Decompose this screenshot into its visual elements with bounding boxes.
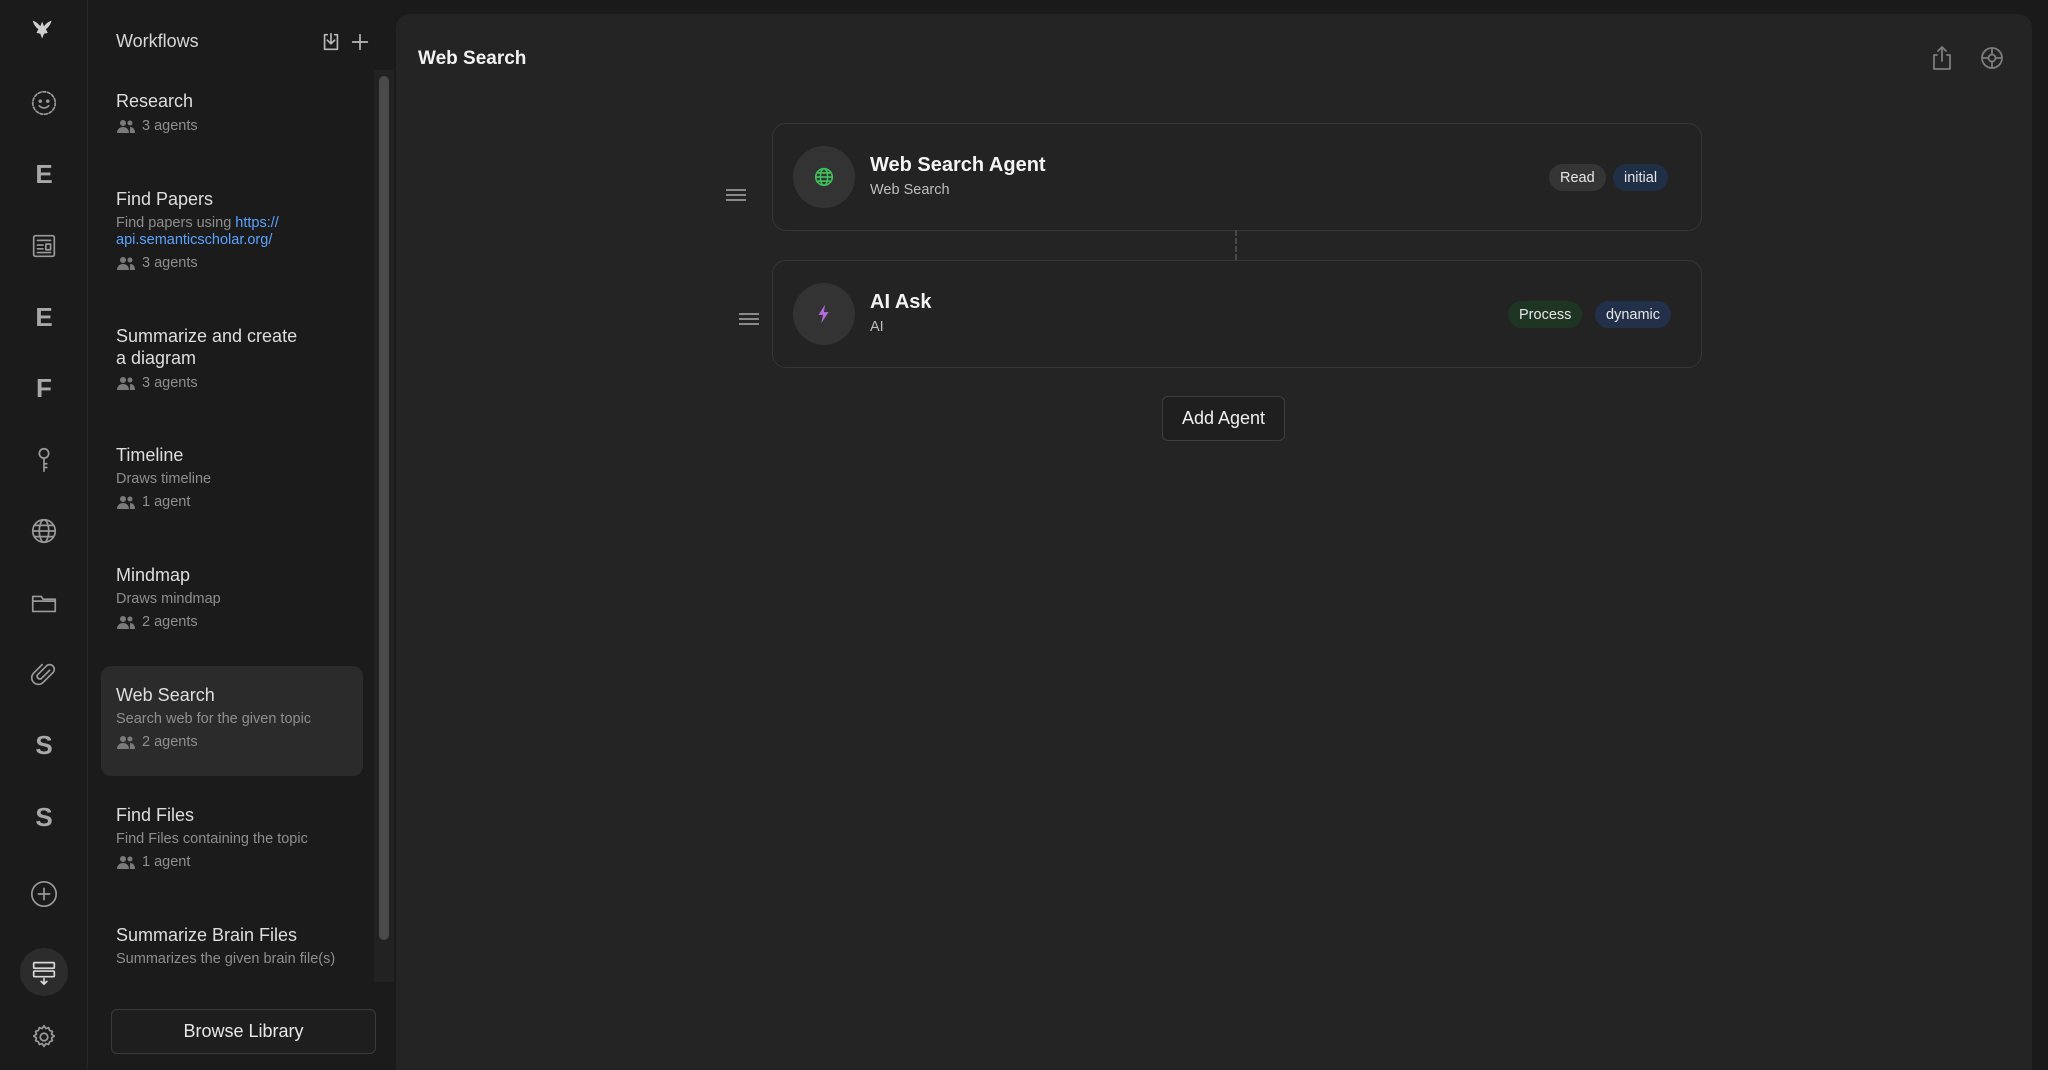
workflow-item-web-search[interactable]: Web Search Search web for the given topi… [101, 666, 363, 776]
rail-letter: F [36, 372, 52, 403]
app: E E F S S Workflows Research 3 agents Fi… [0, 0, 2048, 1070]
workflow-item-research[interactable]: Research 3 agents [101, 90, 363, 134]
globe-icon[interactable] [20, 507, 68, 555]
workflow-agent-count: 1 agent [142, 854, 191, 870]
workflow-desc: Search web for the given topic [116, 711, 312, 727]
workflows-icon[interactable] [20, 948, 68, 996]
workflow-desc-link[interactable]: api.semanticscholar.org/ [116, 232, 272, 248]
agent-name: Web Search Agent [870, 154, 1046, 176]
logo-icon[interactable] [20, 6, 68, 54]
rail-letter-s[interactable]: S [20, 721, 68, 769]
workflow-desc: Draws mindmap [116, 591, 221, 607]
agent-avatar [793, 283, 855, 345]
workflow-desc: Draws timeline [116, 471, 212, 487]
browse-library-button[interactable]: Browse Library [111, 1009, 376, 1054]
workflow-agents: 3 agents [116, 255, 348, 271]
agent-avatar [793, 146, 855, 208]
workflow-agent-count: 3 agents [142, 375, 198, 391]
workflow-list: Research 3 agents Find Papers Find paper… [101, 80, 363, 980]
agent-type: AI [870, 319, 884, 335]
workflow-agents: 3 agents [116, 375, 348, 391]
rail-letter: E [35, 301, 53, 332]
rail-letter-e[interactable]: E [20, 150, 68, 198]
workflow-agents: 1 agent [116, 854, 348, 870]
rail-letter: S [35, 801, 53, 832]
workflow-title-line: a diagram [116, 348, 197, 368]
share-icon[interactable] [1928, 44, 1958, 74]
workflow-desc-link[interactable]: https:// [235, 215, 279, 231]
workflow-agent-count: 3 agents [142, 118, 198, 134]
workflow-desc: Find papers using https:// api.semantics… [116, 215, 348, 249]
workflow-item-summarize-brain-files[interactable]: Summarize Brain Files Summarizes the giv… [101, 924, 363, 968]
workflow-desc: Summarizes the given brain file(s) [116, 951, 336, 967]
workflow-item-summarize-diagram[interactable]: Summarize and create a diagram 3 agents [101, 325, 363, 391]
workflow-item-timeline[interactable]: Timeline Draws timeline 1 agent [101, 444, 363, 510]
workflow-agent-count: 2 agents [142, 614, 198, 630]
drag-handle-icon[interactable] [726, 189, 746, 204]
add-agent-button[interactable]: Add Agent [1162, 396, 1285, 441]
scrollbar-thumb[interactable] [379, 76, 389, 940]
settings-icon[interactable] [1978, 44, 2008, 74]
newspaper-icon[interactable] [20, 222, 68, 270]
workflow-agents: 2 agents [116, 734, 348, 750]
key-icon[interactable] [20, 436, 68, 484]
workflow-agent-count: 3 agents [142, 255, 198, 271]
bolt-icon [818, 304, 829, 324]
workflow-title: Find Files [116, 805, 195, 825]
workflow-item-find-papers[interactable]: Find Papers Find papers using https:// a… [101, 188, 363, 271]
workflow-title: Timeline [116, 445, 184, 465]
rail-letter-e-2[interactable]: E [20, 293, 68, 341]
agent-type: Web Search [870, 182, 950, 198]
workflow-title: Mindmap [116, 565, 191, 585]
agent-card-web-search[interactable]: Web Search Agent Web Search Read initial [772, 123, 1702, 231]
icon-rail: E E F S S [0, 0, 88, 1070]
users-icon [117, 616, 135, 629]
workflow-title: Find Papers [116, 189, 214, 209]
users-icon [117, 496, 135, 509]
agent-chip-dynamic: dynamic [1595, 301, 1671, 328]
rail-letter-f[interactable]: F [20, 364, 68, 412]
rail-letter: S [35, 729, 53, 760]
workflow-desc-text: Find papers using [116, 215, 236, 231]
import-icon[interactable] [320, 31, 342, 53]
workflow-agents: 2 agents [116, 614, 348, 630]
main-canvas: Web Search Web Search Agent Web Search R… [396, 14, 2032, 1070]
workflow-item-find-files[interactable]: Find Files Find Files containing the top… [101, 804, 363, 870]
workflow-item-mindmap[interactable]: Mindmap Draws mindmap 2 agents [101, 564, 363, 630]
workflows-panel: Workflows Research 3 agents Find Papers … [88, 0, 394, 1070]
rail-letter: E [35, 158, 53, 189]
users-icon [117, 257, 135, 270]
workflow-title: Summarize Brain Files [116, 925, 298, 945]
workflow-title-line: Summarize and create [116, 326, 298, 346]
workflow-agent-count: 1 agent [142, 494, 191, 510]
users-icon [117, 736, 135, 749]
plus-icon[interactable] [349, 31, 371, 53]
rail-letter-s-2[interactable]: S [20, 793, 68, 841]
workflow-agent-count: 2 agents [142, 734, 198, 750]
workflow-title: Web Search [116, 685, 215, 705]
smiley-icon[interactable] [20, 79, 68, 127]
users-icon [117, 377, 135, 390]
folder-icon[interactable] [20, 579, 68, 627]
gear-icon[interactable] [20, 1013, 68, 1061]
users-icon [117, 856, 135, 869]
workflow-desc: Find Files containing the topic [116, 831, 308, 847]
page-title: Web Search [418, 48, 527, 69]
panel-title: Workflows [116, 31, 199, 51]
agent-chip-initial: initial [1613, 164, 1669, 191]
workflow-agents: 1 agent [116, 494, 348, 510]
agent-chip-read: Read [1549, 164, 1606, 191]
agent-chip-process: Process [1508, 301, 1583, 328]
agent-connector [1235, 230, 1237, 260]
users-icon [117, 120, 135, 133]
agent-name: AI Ask [870, 291, 932, 313]
drag-handle-icon[interactable] [739, 313, 759, 328]
agent-card-ai-ask[interactable]: AI Ask AI Process dynamic [772, 260, 1702, 368]
paperclip-icon[interactable] [20, 650, 68, 698]
workflow-agents: 3 agents [116, 118, 348, 134]
workflow-title: Summarize and create a diagram [116, 325, 348, 369]
add-circle-icon[interactable] [20, 870, 68, 918]
workflow-title: Research [116, 91, 194, 111]
globe-icon [814, 167, 834, 187]
